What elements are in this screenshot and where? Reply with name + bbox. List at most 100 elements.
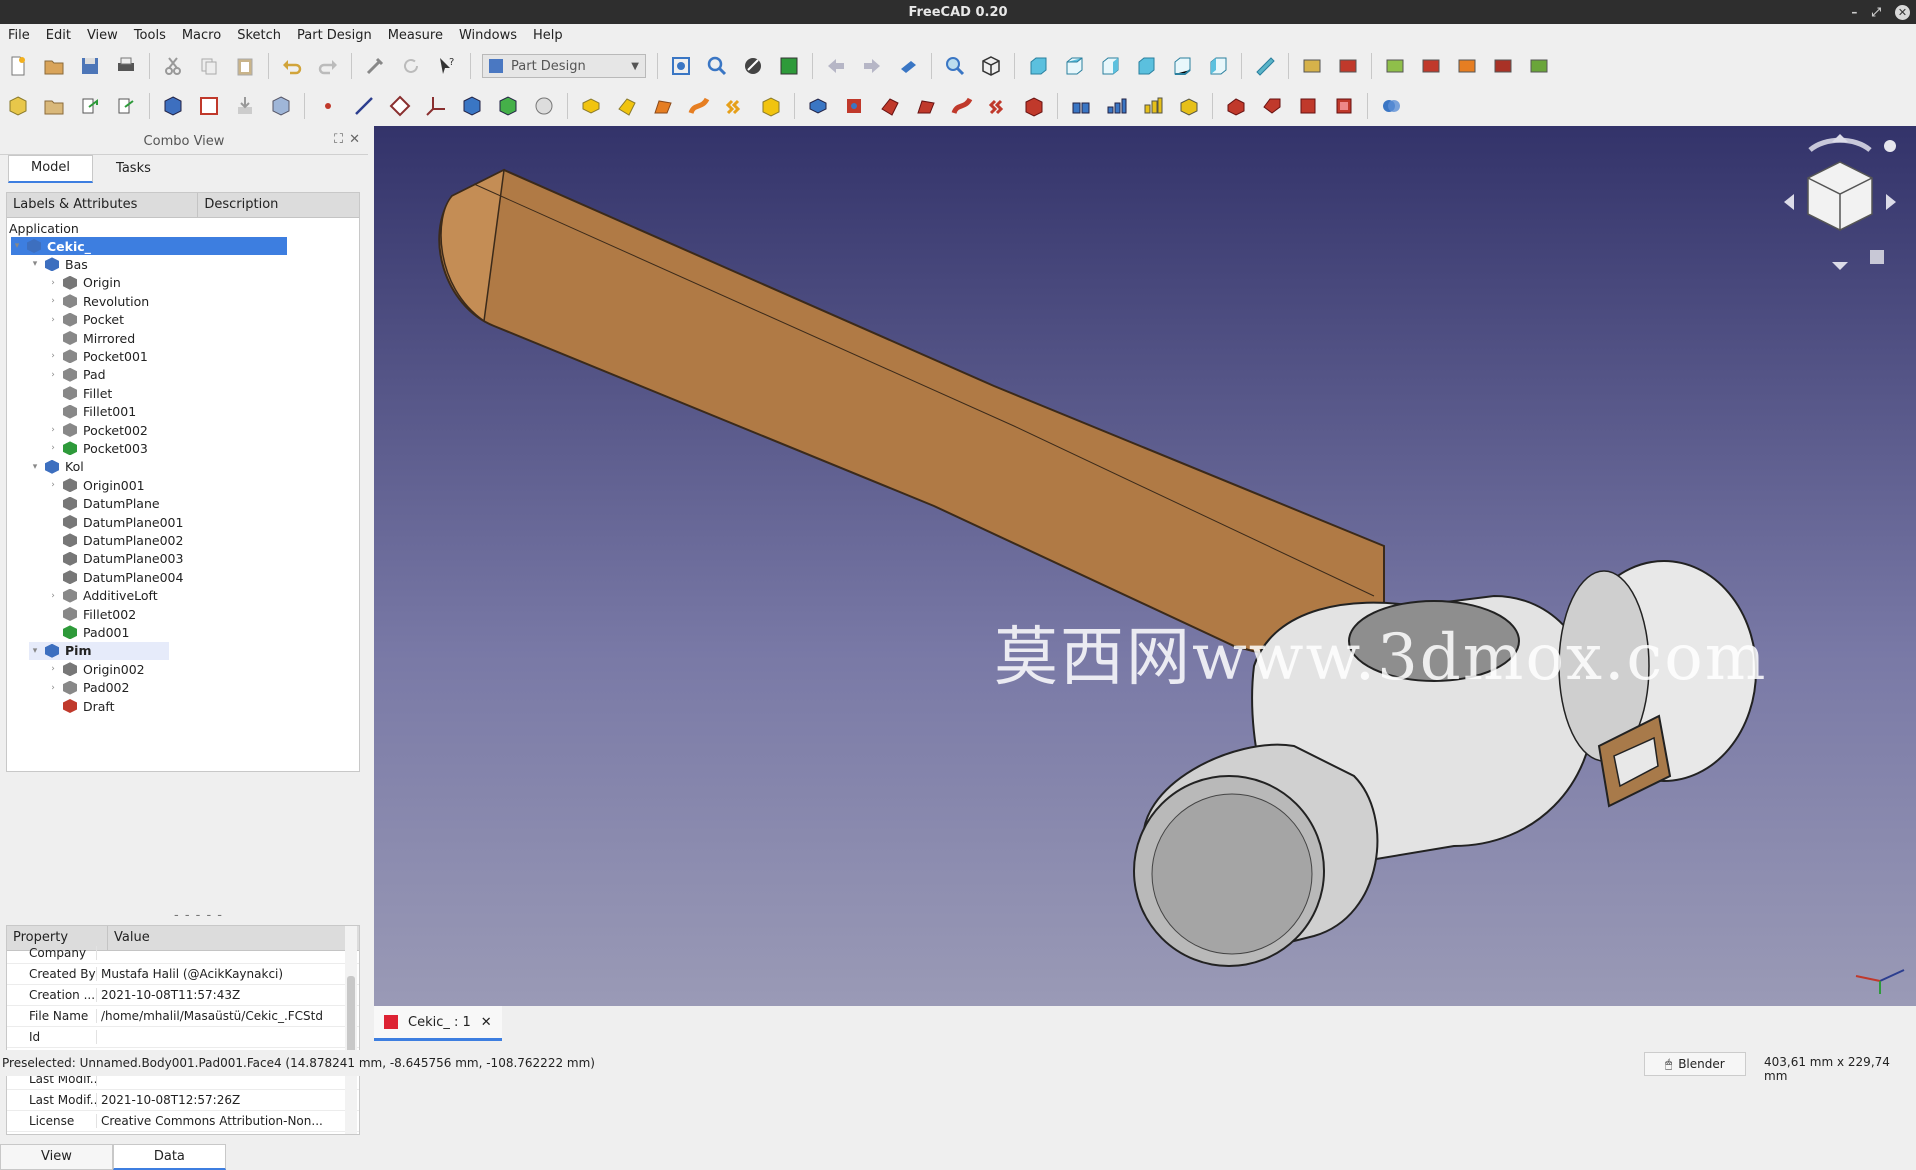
print-icon[interactable] [112,52,140,80]
menu-view[interactable]: View [79,28,126,43]
measure-toggle-delta-icon[interactable] [1525,52,1553,80]
measure-distance-icon[interactable] [1251,52,1279,80]
property-row[interactable]: Last Modif... 2021-10-08T12:57:26Z [7,1090,359,1111]
tree-item[interactable]: DatumPlane [47,495,160,513]
tree-item[interactable]: Fillet [47,384,112,402]
draw-style-icon[interactable] [739,52,767,80]
link-icon[interactable] [76,92,104,120]
refresh-icon[interactable] [397,52,425,80]
tree-item[interactable]: › Pocket002 [47,421,148,439]
tree-header-labels[interactable]: Labels & Attributes [7,193,199,217]
thickness-icon[interactable] [1330,92,1358,120]
additive-loft-icon[interactable] [649,92,677,120]
shape-binder-icon[interactable] [195,92,223,120]
additive-primitive-icon[interactable] [757,92,785,120]
tree-item[interactable]: › Origin002 [47,660,144,678]
create-part-icon[interactable] [40,92,68,120]
property-header-value[interactable]: Value [108,926,350,950]
save-icon[interactable] [76,52,104,80]
tree-item[interactable]: › Pocket001 [47,347,148,365]
property-scrollbar[interactable] [345,926,357,1134]
measure-clear-icon[interactable] [1417,52,1445,80]
additive-pipe-icon[interactable] [685,92,713,120]
body-icon[interactable] [159,92,187,120]
menu-file[interactable]: File [0,28,38,43]
revolution-icon[interactable] [613,92,641,120]
expand-closed-icon[interactable]: › [47,370,59,380]
cut-icon[interactable] [159,52,187,80]
isometric-view-icon[interactable] [977,52,1005,80]
rear-view-icon[interactable] [1132,52,1160,80]
export-icon[interactable] [231,92,259,120]
redo-icon[interactable] [314,52,342,80]
tree-item[interactable]: › Pocket [47,311,124,329]
new-file-icon[interactable] [4,52,32,80]
additive-helix-icon[interactable] [721,92,749,120]
tree-item[interactable]: Mirrored [47,329,135,347]
tree-item[interactable]: ▾ Bas [29,255,88,273]
menu-edit[interactable]: Edit [38,28,79,43]
bounding-box-icon[interactable] [775,52,803,80]
polar-pattern-icon[interactable] [1139,92,1167,120]
std-views-icon[interactable] [894,52,922,80]
nav-menu-icon[interactable] [1884,140,1896,152]
navigation-style-button[interactable]: 🖱 Blender [1644,1052,1746,1076]
back-arrow-icon[interactable] [822,52,850,80]
measure-refresh-icon[interactable] [1381,52,1409,80]
groove-icon[interactable] [876,92,904,120]
tree-item[interactable]: DatumPlane001 [47,513,183,531]
subtractive-helix-icon[interactable] [984,92,1012,120]
menu-macro[interactable]: Macro [174,28,229,43]
right-view-icon[interactable] [1096,52,1124,80]
menu-measure[interactable]: Measure [380,28,451,43]
subtractive-pipe-icon[interactable] [948,92,976,120]
expand-closed-icon[interactable]: › [47,351,59,361]
panel-splitter[interactable]: - - - - - [174,908,223,923]
property-value[interactable]: Mustafa Halil (@AcikKaynakci) [97,967,331,981]
close-tab-icon[interactable]: ✕ [481,1015,492,1030]
tree-item[interactable]: DatumPlane002 [47,531,183,549]
front-view-icon[interactable] [1024,52,1052,80]
tree-item[interactable]: › AdditiveLoft [47,587,157,605]
expand-closed-icon[interactable]: › [47,683,59,693]
property-row[interactable]: Creation ... 2021-10-08T11:57:43Z [7,985,359,1006]
tree-item[interactable]: Fillet001 [47,403,136,421]
expand-open-icon[interactable]: ▾ [11,241,23,251]
nav-view-menu-icon[interactable] [1870,250,1884,264]
datum-plane-icon[interactable] [386,92,414,120]
tree-item[interactable]: Pad001 [47,623,129,641]
tab-model[interactable]: Model [8,155,94,183]
undo-icon[interactable] [278,52,306,80]
expand-closed-icon[interactable]: › [47,425,59,435]
whats-this-icon[interactable]: ? [433,52,461,80]
linear-pattern-icon[interactable] [1103,92,1131,120]
boolean-icon[interactable] [1377,92,1405,120]
property-value[interactable]: 2021-10-08T12:57:26Z [97,1093,331,1107]
workbench-selector[interactable]: Part Design ▼ [482,54,646,78]
tree-item[interactable]: Fillet002 [47,605,136,623]
hammer-model[interactable] [374,126,1916,1006]
close-panel-icon[interactable]: ✕ [349,132,360,147]
property-row[interactable]: Created By Mustafa Halil (@AcikKaynakci) [7,964,359,985]
measure-linear-icon[interactable] [1298,52,1326,80]
clone-3d-icon[interactable] [530,92,558,120]
property-value[interactable]: /home/mhalil/Masaüstü/Cekic_.FCStd [97,1009,331,1023]
expand-open-icon[interactable]: ▾ [29,462,41,472]
expand-closed-icon[interactable]: › [47,296,59,306]
tree-item[interactable]: › Revolution [47,292,149,310]
tab-tasks[interactable]: Tasks [93,156,174,183]
measure-angular-icon[interactable] [1334,52,1362,80]
menu-sketch[interactable]: Sketch [229,28,289,43]
restore-icon[interactable]: ⤢ [1871,5,1881,20]
tree-item[interactable]: ▾ Pim [29,641,169,660]
measure-toggle-3d-icon[interactable] [1489,52,1517,80]
multi-transform-icon[interactable] [1175,92,1203,120]
fillet-icon[interactable] [1222,92,1250,120]
copy-icon[interactable] [195,52,223,80]
pocket-icon[interactable] [804,92,832,120]
clone-icon[interactable] [267,92,295,120]
tree-item[interactable]: ▾ Kol [29,458,84,476]
datum-point-icon[interactable] [314,92,342,120]
property-row[interactable]: File Name/home/mhalil/Masaüstü/Cekic_.FC… [7,1006,359,1027]
zoom-icon[interactable] [941,52,969,80]
